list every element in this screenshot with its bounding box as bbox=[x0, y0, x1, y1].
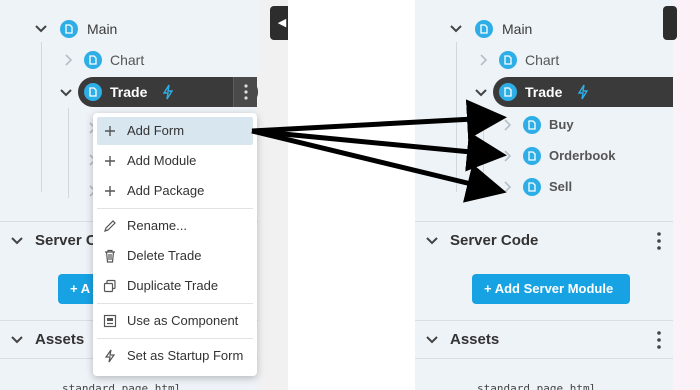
tree-item-orderbook[interactable]: Orderbook bbox=[415, 140, 673, 172]
menu-item-set-startup[interactable]: Set as Startup Form bbox=[97, 342, 253, 370]
tree-item-sell[interactable]: Sell bbox=[415, 171, 673, 203]
menu-item-label: Add Package bbox=[127, 183, 205, 198]
form-icon bbox=[523, 178, 541, 196]
tree-item-label: Orderbook bbox=[549, 148, 616, 163]
chevron-down-icon[interactable] bbox=[424, 332, 440, 348]
menu-item-label: Delete Trade bbox=[127, 248, 202, 263]
section-title: Assets bbox=[35, 331, 85, 348]
chevron-down-icon[interactable] bbox=[9, 332, 25, 348]
assets-section-header[interactable]: Assets bbox=[415, 320, 673, 358]
component-icon bbox=[103, 314, 117, 328]
chevron-right-icon[interactable] bbox=[499, 117, 515, 133]
tree-item-chart[interactable]: Chart bbox=[0, 44, 258, 76]
tree-item-label: Chart bbox=[110, 52, 145, 68]
menu-item-label: Set as Startup Form bbox=[127, 348, 244, 363]
menu-item-use-as-component[interactable]: Use as Component bbox=[97, 307, 253, 335]
form-icon bbox=[523, 116, 541, 134]
chevron-down-icon[interactable] bbox=[473, 85, 489, 101]
tree-item-label: Trade bbox=[110, 84, 148, 100]
tree-item-label: Main bbox=[502, 21, 533, 37]
menu-item-duplicate[interactable]: Duplicate Trade bbox=[97, 272, 253, 300]
menu-item-add-form[interactable]: Add Form bbox=[97, 117, 253, 145]
menu-item-label: Add Form bbox=[127, 123, 185, 138]
chevron-right-icon[interactable] bbox=[60, 52, 76, 68]
menu-item-add-module[interactable]: Add Module bbox=[97, 147, 253, 175]
chevron-down-icon[interactable] bbox=[448, 21, 464, 37]
context-menu: Add Form Add Module Add Package Rename..… bbox=[93, 113, 257, 376]
form-icon bbox=[523, 147, 541, 165]
tree-item-trade-selected[interactable]: Trade bbox=[78, 77, 258, 107]
tree-item-label: Sell bbox=[549, 179, 573, 194]
duplicate-icon bbox=[103, 279, 116, 293]
lightning-icon bbox=[162, 84, 174, 100]
pencil-icon bbox=[104, 220, 116, 232]
chevron-down-icon[interactable] bbox=[58, 85, 74, 101]
editor-strip: ◀ bbox=[258, 0, 294, 390]
chevron-right-icon[interactable] bbox=[475, 52, 491, 68]
add-server-module-button[interactable]: + A bbox=[58, 274, 98, 304]
form-icon bbox=[84, 83, 102, 101]
item-options-button[interactable] bbox=[233, 77, 257, 107]
form-icon bbox=[499, 51, 517, 69]
tree-guide-line bbox=[68, 108, 69, 198]
tree-item-buy[interactable]: Buy bbox=[415, 109, 673, 141]
menu-item-add-package[interactable]: Add Package bbox=[97, 177, 253, 205]
menu-divider bbox=[97, 338, 253, 339]
plus-icon bbox=[105, 126, 115, 136]
tree-item-label: Main bbox=[87, 21, 118, 37]
menu-item-label: Use as Component bbox=[127, 313, 239, 328]
chevron-down-icon[interactable] bbox=[9, 233, 25, 249]
chevron-right-icon[interactable] bbox=[499, 179, 515, 195]
tree-item-trade-selected[interactable]: Trade bbox=[493, 77, 673, 107]
menu-item-delete[interactable]: Delete Trade bbox=[97, 242, 253, 270]
asset-file-item[interactable]: standard_page.html bbox=[477, 382, 596, 390]
chevron-right-icon[interactable] bbox=[499, 148, 515, 164]
kebab-menu-icon bbox=[244, 84, 248, 100]
form-icon bbox=[84, 51, 102, 69]
add-server-module-button[interactable]: + Add Server Module bbox=[472, 274, 630, 304]
kebab-menu-icon[interactable] bbox=[656, 231, 662, 251]
form-icon bbox=[499, 83, 517, 101]
lightning-icon bbox=[104, 349, 116, 363]
tree-item-main[interactable]: Main bbox=[415, 13, 673, 45]
menu-divider bbox=[97, 303, 253, 304]
spacer bbox=[288, 0, 415, 390]
kebab-menu-icon[interactable] bbox=[656, 330, 662, 350]
form-icon bbox=[475, 20, 493, 38]
chevron-down-icon[interactable] bbox=[424, 233, 440, 249]
tree-item-chart[interactable]: Chart bbox=[415, 44, 673, 76]
tree-item-label: Chart bbox=[525, 52, 560, 68]
menu-item-label: Rename... bbox=[127, 218, 187, 233]
trash-icon bbox=[105, 249, 115, 263]
menu-item-label: Add Module bbox=[127, 153, 197, 168]
menu-item-label: Duplicate Trade bbox=[127, 278, 219, 293]
plus-icon bbox=[105, 156, 115, 166]
editor-strip bbox=[663, 0, 700, 390]
tree-item-label: Trade bbox=[525, 84, 563, 100]
section-title: Assets bbox=[450, 331, 500, 348]
collapse-tab[interactable] bbox=[663, 6, 677, 40]
chevron-down-icon[interactable] bbox=[33, 21, 49, 37]
server-code-section-header[interactable]: Server Code bbox=[415, 221, 673, 259]
form-icon bbox=[60, 20, 78, 38]
asset-file-item[interactable]: standard_page.html bbox=[62, 382, 181, 390]
menu-divider bbox=[97, 208, 253, 209]
plus-icon bbox=[105, 186, 115, 196]
divider bbox=[415, 358, 673, 359]
lightning-icon bbox=[577, 84, 589, 100]
menu-item-rename[interactable]: Rename... bbox=[97, 212, 253, 240]
tree-item-main[interactable]: Main bbox=[0, 13, 258, 45]
right-app-browser-panel: Main Chart Trade Buy Orderbook Sell Serv… bbox=[415, 0, 673, 390]
section-title: Server Code bbox=[450, 232, 539, 249]
tree-item-label: Buy bbox=[549, 117, 574, 132]
